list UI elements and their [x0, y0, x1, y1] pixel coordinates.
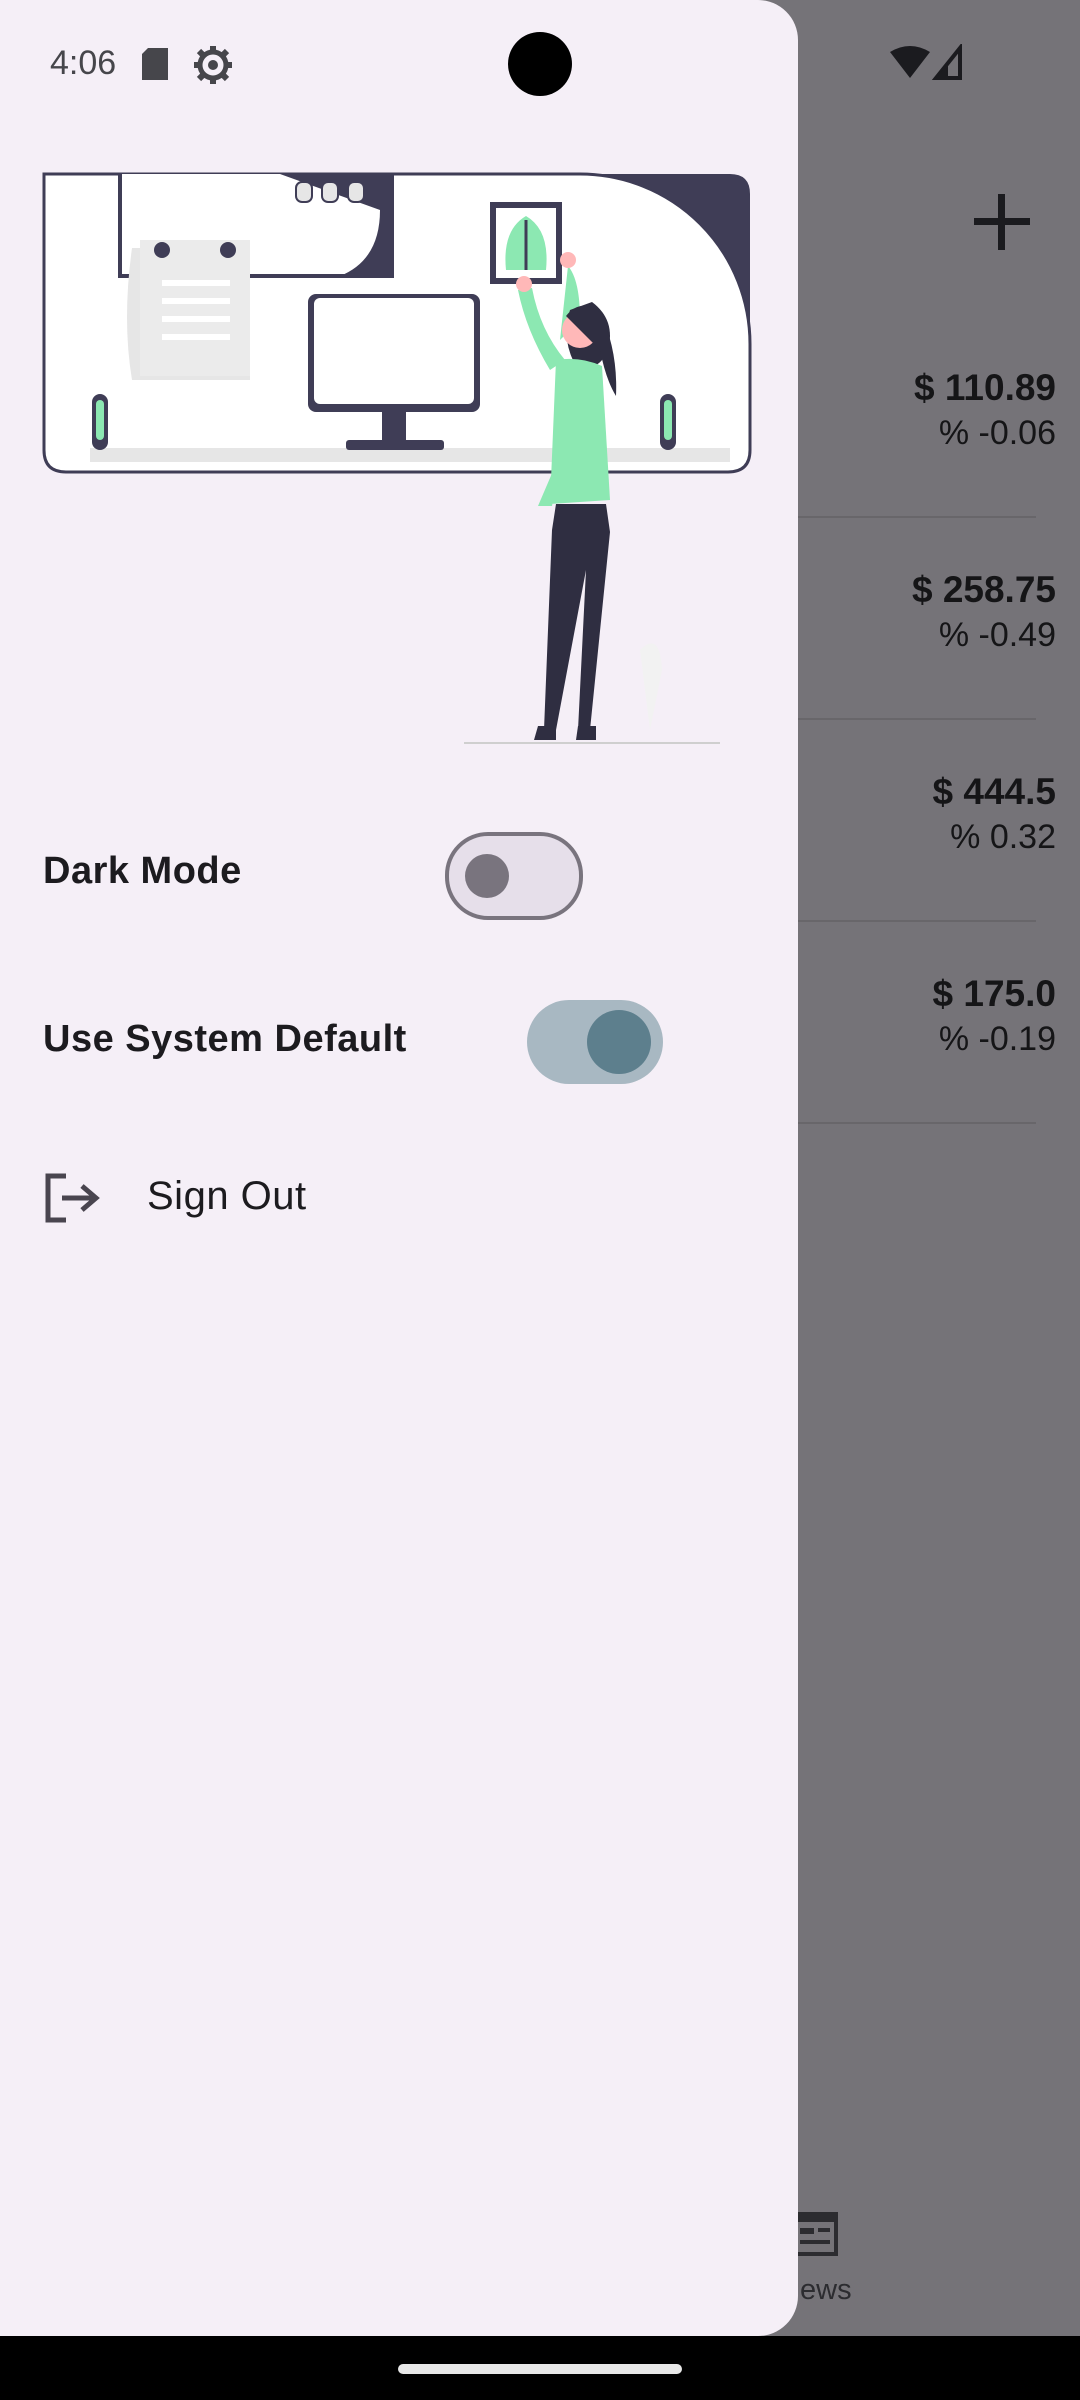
stock-change: % -0.06 [938, 414, 1056, 452]
sd-card-icon [142, 48, 168, 80]
divider [798, 516, 1036, 518]
stock-change: % -0.49 [938, 616, 1056, 654]
sign-out-label: Sign Out [147, 1174, 307, 1218]
drawer-header-illustration [42, 172, 752, 744]
home-gesture-pill[interactable] [398, 2364, 682, 2374]
stock-price: $ 258.75 [911, 569, 1056, 610]
status-time: 4:06 [50, 44, 117, 82]
stock-row[interactable]: $ 110.89 % -0.06 [914, 366, 1056, 456]
divider [798, 718, 1036, 720]
stock-price: $ 175.0 [932, 973, 1056, 1014]
toggle-thumb [587, 1010, 651, 1074]
dark-mode-toggle[interactable] [445, 832, 583, 920]
divider [798, 1122, 1036, 1124]
stock-change: % 0.32 [950, 818, 1056, 856]
system-default-toggle[interactable] [527, 1000, 663, 1084]
stock-change: % -0.19 [938, 1020, 1056, 1058]
stock-row[interactable]: $ 444.5 % 0.32 [933, 770, 1056, 860]
logout-icon [45, 1173, 100, 1223]
divider [798, 920, 1036, 922]
toggle-thumb [465, 854, 509, 898]
wifi-signal-icon [890, 42, 962, 80]
stock-row[interactable]: $ 258.75 % -0.49 [912, 568, 1056, 658]
gear-icon [194, 46, 232, 84]
navigation-drawer: 4:06 Dark Mode Use System Default Sign O… [0, 0, 798, 2336]
stock-price: $ 444.5 [932, 771, 1056, 812]
status-icons-right [888, 42, 968, 89]
system-default-label: Use System Default [43, 1018, 407, 1060]
dark-mode-label: Dark Mode [43, 850, 242, 892]
stock-price: $ 110.89 [914, 367, 1056, 408]
add-icon[interactable] [970, 190, 1034, 254]
camera-cutout [508, 32, 572, 96]
nav-label-news: ews [800, 2274, 852, 2306]
stock-row[interactable]: $ 175.0 % -0.19 [933, 972, 1056, 1062]
